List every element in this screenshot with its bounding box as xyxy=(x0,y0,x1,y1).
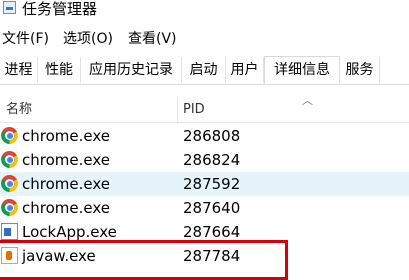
sort-arrow-icon: ︿ xyxy=(302,94,313,107)
process-pid: 287640 xyxy=(183,199,241,217)
tab-services[interactable]: 服务 xyxy=(340,57,380,83)
tab-processes[interactable]: 进程 xyxy=(0,57,38,83)
chrome-icon xyxy=(1,175,18,192)
tab-startup[interactable]: 启动 xyxy=(182,57,226,83)
process-pid: 287592 xyxy=(183,175,241,193)
process-name: LockApp.exe xyxy=(22,223,117,241)
highlight-box xyxy=(0,240,288,280)
chrome-icon xyxy=(1,199,18,216)
task-manager-icon xyxy=(3,1,16,14)
column-header-pid[interactable]: PID xyxy=(183,101,205,119)
tab-users[interactable]: 用户 xyxy=(226,57,264,83)
process-name: chrome.exe xyxy=(22,199,110,217)
process-name: chrome.exe xyxy=(22,151,110,169)
lockapp-icon xyxy=(1,223,18,240)
chrome-icon xyxy=(1,127,18,144)
table-row[interactable]: chrome.exe 287640 xyxy=(0,196,409,220)
process-name: chrome.exe xyxy=(22,175,110,193)
title-bar: 任务管理器 xyxy=(0,0,409,24)
menu-options[interactable]: 选项(O) xyxy=(63,29,113,49)
window-title: 任务管理器 xyxy=(22,0,98,18)
column-header-name[interactable]: 名称 xyxy=(6,101,32,119)
menu-view[interactable]: 查看(V) xyxy=(128,29,177,49)
process-pid: 287664 xyxy=(183,223,241,241)
tab-bar: 进程 性能 应用历史记录 启动 用户 详细信息 服务 xyxy=(0,56,409,85)
table-row-selected[interactable]: chrome.exe 287592 xyxy=(0,172,409,196)
table-row[interactable]: chrome.exe 286824 xyxy=(0,148,409,172)
process-pid: 286808 xyxy=(183,127,241,145)
table-row[interactable]: chrome.exe 286808 xyxy=(0,124,409,148)
tab-app-history[interactable]: 应用历史记录 xyxy=(81,57,182,83)
process-name: chrome.exe xyxy=(22,127,110,145)
menu-bar: 文件(F) 选项(O) 查看(V) xyxy=(0,26,409,48)
table-header: 名称 ︿ PID xyxy=(0,94,409,123)
tab-performance[interactable]: 性能 xyxy=(38,57,81,83)
tab-details[interactable]: 详细信息 xyxy=(264,56,340,84)
chrome-icon xyxy=(1,151,18,168)
process-pid: 286824 xyxy=(183,151,241,169)
menu-file[interactable]: 文件(F) xyxy=(2,29,49,49)
column-divider[interactable] xyxy=(177,98,178,123)
